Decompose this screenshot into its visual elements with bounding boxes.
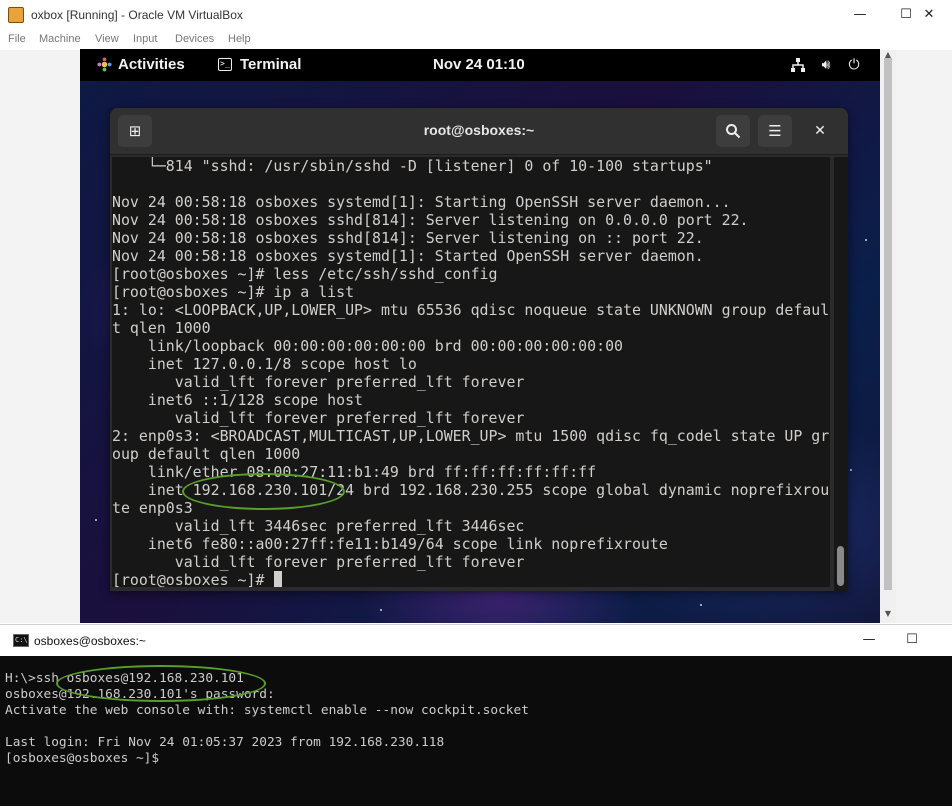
app-menu-terminal[interactable]: Terminal bbox=[240, 56, 301, 73]
cmd-maximize-button[interactable]: ☐ bbox=[889, 625, 935, 655]
cmd-prompt-line: [osboxes@osboxes ~]$ bbox=[5, 751, 160, 766]
terminal-line: Nov 24 00:58:18 osboxes systemd[1]: Star… bbox=[112, 193, 731, 211]
terminal-output[interactable]: └─814 "sshd: /usr/sbin/sshd -D [listener… bbox=[112, 157, 830, 587]
ssh-command-highlight bbox=[56, 665, 266, 702]
terminal-line: [root@osboxes ~]# less /etc/ssh/sshd_con… bbox=[112, 265, 498, 283]
gnome-top-bar: Activities >_ Terminal Nov 24 01:10 🔊︎ ⏻ bbox=[80, 49, 880, 81]
terminal-line: link/loopback 00:00:00:00:00:00 brd 00:0… bbox=[112, 337, 624, 355]
terminal-app-icon: >_ bbox=[218, 58, 232, 71]
vbox-close-button[interactable]: ✕ bbox=[906, 0, 952, 30]
terminal-line: valid_lft 3446sec preferred_lft 3446sec bbox=[112, 517, 525, 535]
close-icon: ✕ bbox=[814, 123, 826, 139]
terminal-line: t qlen 1000 bbox=[112, 319, 211, 337]
terminal-line: valid_lft forever preferred_lft forever bbox=[112, 553, 525, 571]
terminal-scrollbar-thumb[interactable] bbox=[837, 546, 844, 586]
terminal-line: 1: lo: <LOOPBACK,UP,LOWER_UP> mtu 65536 … bbox=[112, 301, 830, 319]
scroll-down-arrow-icon[interactable]: ▼ bbox=[882, 609, 894, 618]
menu-devices[interactable]: Devices bbox=[175, 33, 214, 45]
wallpaper-star bbox=[95, 519, 97, 521]
terminal-window[interactable]: ⊞ root@osboxes:~ ☰ ✕ └─814 "sshd: /usr/s… bbox=[110, 108, 848, 591]
terminal-line: [root@osboxes ~]# ip a list bbox=[112, 283, 355, 301]
terminal-line: Nov 24 00:58:18 osboxes sshd[814]: Serve… bbox=[112, 211, 749, 229]
terminal-close-button[interactable]: ✕ bbox=[810, 121, 830, 141]
wallpaper-star bbox=[865, 239, 867, 241]
terminal-line: oup default qlen 1000 bbox=[112, 445, 301, 463]
menu-file[interactable]: File bbox=[8, 33, 26, 45]
cmd-titlebar: C:\ osboxes@osboxes:~ — ☐ bbox=[0, 624, 952, 656]
terminal-headerbar: ⊞ root@osboxes:~ ☰ ✕ bbox=[110, 108, 848, 155]
terminal-line: inet6 ::1/128 scope host bbox=[112, 391, 364, 409]
vbox-window-title: oxbox [Running] - Oracle VM VirtualBox bbox=[31, 8, 243, 22]
search-button[interactable] bbox=[716, 115, 750, 147]
terminal-line: inet6 fe80::a00:27ff:fe11:b149/64 scope … bbox=[112, 535, 668, 553]
terminal-line: inet 127.0.0.1/8 scope host lo bbox=[112, 355, 417, 373]
menu-help[interactable]: Help bbox=[228, 33, 251, 45]
clock[interactable]: Nov 24 01:10 bbox=[433, 56, 525, 73]
cmd-minimize-button[interactable]: — bbox=[846, 625, 892, 655]
menu-input[interactable]: Input bbox=[133, 33, 157, 45]
power-icon[interactable]: ⏻ bbox=[844, 55, 864, 75]
virtualbox-icon bbox=[8, 7, 24, 23]
cmd-icon: C:\ bbox=[13, 634, 29, 647]
terminal-prompt-line: [root@osboxes ~]# bbox=[112, 571, 274, 587]
activities-icon bbox=[97, 57, 112, 72]
terminal-scrollbar[interactable] bbox=[834, 157, 848, 591]
wallpaper-star bbox=[380, 609, 382, 611]
terminal-line: valid_lft forever preferred_lft forever bbox=[112, 373, 525, 391]
vbox-scrollbar[interactable]: ▲ ▼ bbox=[880, 50, 896, 623]
guest-desktop[interactable]: Activities >_ Terminal Nov 24 01:10 🔊︎ ⏻… bbox=[80, 49, 880, 623]
terminal-line: └─814 "sshd: /usr/sbin/sshd -D [listener… bbox=[112, 157, 713, 175]
menu-machine[interactable]: Machine bbox=[39, 33, 81, 45]
cmd-line: Activate the web console with: systemctl… bbox=[5, 703, 529, 718]
search-icon bbox=[726, 124, 741, 139]
wallpaper-star bbox=[850, 469, 852, 471]
vbox-menubar: File Machine View Input Devices Help bbox=[0, 30, 952, 50]
activities-button[interactable]: Activities bbox=[118, 56, 185, 73]
vbox-titlebar: oxbox [Running] - Oracle VM VirtualBox —… bbox=[0, 0, 952, 30]
menu-button[interactable]: ☰ bbox=[758, 115, 792, 147]
menu-view[interactable]: View bbox=[95, 33, 119, 45]
terminal-line: link/ether 08:00:27:11:b1:49 brd ff:ff:f… bbox=[112, 463, 597, 481]
wallpaper-star bbox=[700, 604, 702, 606]
network-icon[interactable] bbox=[788, 55, 808, 75]
vbox-minimize-button[interactable]: — bbox=[837, 0, 883, 30]
menu-icon: ☰ bbox=[768, 122, 782, 140]
cmd-window[interactable]: C:\ osboxes@osboxes:~ — ☐ H:\>ssh osboxe… bbox=[0, 624, 952, 806]
terminal-line: te enp0s3 bbox=[112, 499, 193, 517]
ip-address-highlight bbox=[182, 473, 345, 510]
terminal-cursor bbox=[274, 571, 282, 587]
cmd-window-title: osboxes@osboxes:~ bbox=[34, 634, 146, 648]
cmd-line: Last login: Fri Nov 24 01:05:37 2023 fro… bbox=[5, 735, 445, 750]
terminal-line: Nov 24 00:58:18 osboxes sshd[814]: Serve… bbox=[112, 229, 704, 247]
terminal-line: valid_lft forever preferred_lft forever bbox=[112, 409, 525, 427]
terminal-line: 2: enp0s3: <BROADCAST,MULTICAST,UP,LOWER… bbox=[112, 427, 830, 445]
volume-icon[interactable]: 🔊︎ bbox=[816, 55, 836, 75]
vbox-scrollbar-thumb[interactable] bbox=[884, 58, 892, 590]
terminal-line: Nov 24 00:58:18 osboxes systemd[1]: Star… bbox=[112, 247, 704, 265]
